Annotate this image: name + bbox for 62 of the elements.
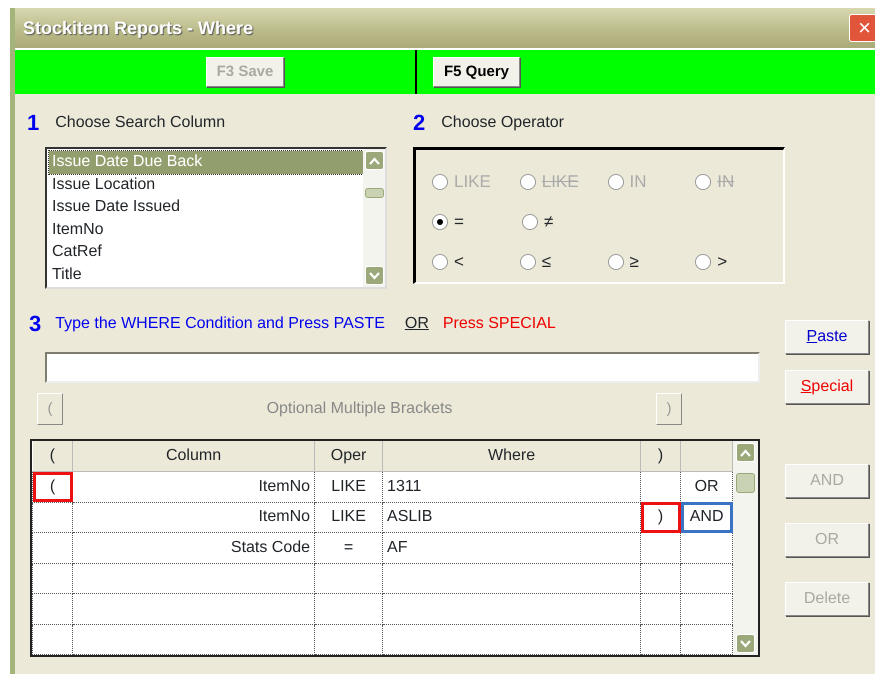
bracket-caption: Optional Multiple Brackets: [266, 399, 452, 419]
table-cell: LIKE: [314, 472, 383, 502]
table-cell: AND: [680, 502, 733, 532]
condition-input[interactable]: [45, 352, 760, 383]
table-cell: ItemNo: [72, 502, 315, 532]
section-label: Choose Operator: [441, 112, 564, 132]
table-cell: Stats Code: [72, 532, 315, 563]
operator-radio[interactable]: =: [432, 209, 522, 235]
scroll-thumb[interactable]: [736, 473, 756, 493]
table-cell: AF: [382, 532, 641, 563]
scroll-up-button[interactable]: [364, 151, 384, 170]
scroll-thumb[interactable]: [364, 188, 384, 198]
or-label: OR: [404, 314, 429, 334]
chevron-down-icon: [740, 640, 752, 648]
scrollbar[interactable]: [733, 441, 758, 655]
special-hint: Press SPECIAL: [442, 314, 556, 334]
table-cell: (: [32, 472, 72, 502]
column-listbox[interactable]: Issue Date Due Back Issue Location Issue Date Issued ItemNo CatRef Title: [45, 147, 387, 289]
radio-button[interactable]: [432, 214, 448, 230]
list-item[interactable]: Title: [49, 264, 363, 286]
operator-radio[interactable]: ≥: [608, 249, 696, 275]
list-item[interactable]: Issue Location: [49, 174, 363, 196]
scroll-up-button[interactable]: [736, 443, 756, 462]
step-number: 2: [413, 109, 426, 137]
list-item[interactable]: CatRef: [49, 241, 363, 264]
list-item[interactable]: Issue Date Issued: [49, 196, 363, 218]
table-cell: =: [314, 532, 383, 563]
operator-radio[interactable]: >: [695, 249, 783, 275]
scroll-down-button[interactable]: [736, 634, 756, 653]
column-header: Column: [72, 441, 315, 472]
list-item[interactable]: ItemNo: [49, 218, 363, 241]
instruction-text: Type the WHERE Condition and Press PASTE: [55, 314, 385, 334]
radio-button[interactable]: [522, 214, 538, 230]
table-cell: ItemNo: [72, 472, 315, 502]
table-cell: 1311: [382, 472, 641, 502]
action-button[interactable]: Paste: [785, 320, 869, 354]
scroll-down-button[interactable]: [364, 266, 384, 285]
radio-button[interactable]: [520, 254, 536, 270]
toolbar-button[interactable]: F5 Query: [433, 56, 520, 88]
chevron-up-icon: [740, 448, 752, 456]
table-cell: ASLIB: [382, 502, 641, 532]
table-cell: LIKE: [314, 502, 383, 532]
window-title: Stockitem Reports - Where: [22, 16, 254, 40]
scrollbar[interactable]: [363, 149, 385, 287]
operator-radio[interactable]: ≤: [520, 249, 608, 275]
action-button[interactable]: Special: [785, 370, 869, 404]
chevron-up-icon: [368, 156, 380, 164]
radio-button[interactable]: [432, 254, 448, 270]
close-button[interactable]: ×: [849, 14, 875, 42]
radio-button[interactable]: [608, 254, 624, 270]
column-header: ): [640, 441, 681, 472]
chevron-down-icon: [368, 272, 380, 280]
column-header: Oper: [314, 441, 383, 472]
radio-button[interactable]: [695, 254, 712, 270]
operator-radio[interactable]: ≠: [522, 209, 612, 235]
step-number: 3: [29, 310, 42, 338]
table-cell: ): [640, 502, 681, 532]
column-header: (: [32, 441, 72, 472]
section-label: Choose Search Column: [55, 112, 226, 132]
step-number: 1: [27, 109, 40, 137]
column-header: Where: [382, 441, 641, 472]
operator-radio[interactable]: <: [432, 249, 520, 275]
